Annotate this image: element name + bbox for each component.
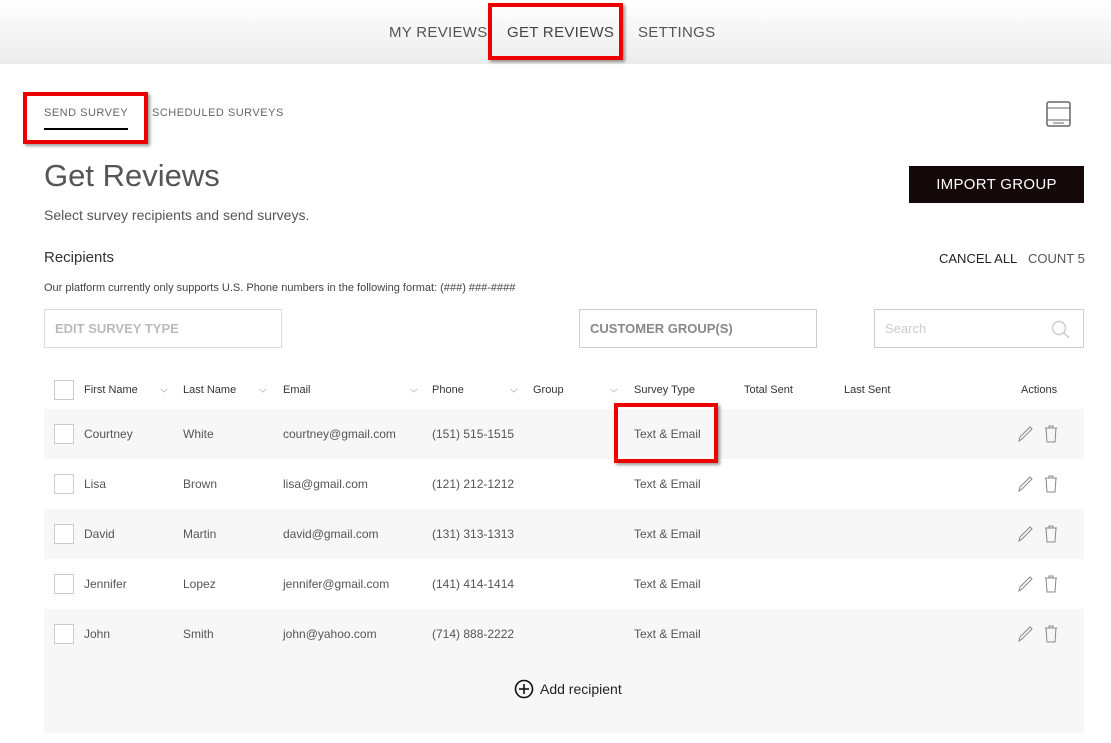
cell-last-name: Brown — [183, 477, 218, 491]
table-row: John Smith john@yahoo.com (714) 888-2222 Tex… — [44, 609, 1084, 659]
search-icon[interactable] — [1051, 320, 1071, 340]
edit-pencil-icon[interactable] — [1016, 474, 1034, 494]
cell-phone: (131) 313-1313 — [432, 527, 515, 541]
row-checkbox[interactable] — [54, 424, 74, 444]
cell-survey-type: Text & Email — [634, 627, 701, 641]
cell-last-name: Lopez — [183, 577, 216, 591]
cell-survey-type: Text & Email — [634, 577, 701, 591]
nav-my-reviews[interactable]: MY REVIEWS — [389, 24, 488, 41]
cell-email: john@yahoo.com — [283, 627, 377, 641]
recipient-count: COUNT 5 — [1028, 251, 1085, 266]
edit-pencil-icon[interactable] — [1016, 624, 1034, 644]
row-checkbox[interactable] — [54, 574, 74, 594]
add-recipient-button[interactable]: Add recipient — [514, 679, 622, 699]
cancel-all-button[interactable]: CANCEL ALL — [939, 251, 1017, 266]
header-first-name[interactable]: First Name — [84, 384, 138, 396]
row-checkbox[interactable] — [54, 624, 74, 644]
chevron-down-icon[interactable]: ⌵ — [610, 384, 618, 395]
row-checkbox[interactable] — [54, 524, 74, 544]
cell-first-name: John — [84, 627, 111, 641]
nav-settings[interactable]: SETTINGS — [638, 24, 715, 41]
cell-phone: (121) 212-1212 — [432, 477, 515, 491]
cell-survey-type: Text & Email — [634, 527, 701, 541]
cell-email: courtney@gmail.com — [283, 427, 396, 441]
header-group[interactable]: Group — [533, 384, 564, 396]
table-row: Jennifer Lopez jennifer@gmail.com (141) 414… — [44, 559, 1084, 609]
header-email[interactable]: Email — [283, 384, 311, 396]
cell-first-name: Lisa — [84, 477, 107, 491]
cell-email: jennifer@gmail.com — [283, 577, 390, 591]
table-row: David Martin david@gmail.com (131) 313-1313… — [44, 509, 1084, 559]
chevron-down-icon[interactable]: ⌵ — [510, 384, 518, 395]
search-placeholder: Search — [885, 321, 927, 336]
tab-send-survey[interactable]: SEND SURVEY — [44, 107, 128, 119]
cell-first-name: Courtney — [84, 427, 133, 441]
edit-pencil-icon[interactable] — [1016, 424, 1034, 444]
chevron-down-icon[interactable]: ⌵ — [160, 384, 168, 395]
print-icon[interactable] — [1046, 101, 1072, 128]
page-title: Get Reviews — [44, 158, 220, 193]
edit-pencil-icon[interactable] — [1016, 574, 1034, 594]
cell-email: lisa@gmail.com — [283, 477, 368, 491]
phone-format-note: Our platform currently only supports U.S… — [44, 282, 516, 294]
search-input[interactable]: Search — [874, 309, 1084, 348]
trash-icon[interactable] — [1042, 574, 1060, 594]
cell-phone: (151) 515-1515 — [432, 427, 515, 441]
cell-phone: (141) 414-1414 — [432, 577, 515, 591]
header-phone[interactable]: Phone — [432, 384, 464, 396]
cell-email: david@gmail.com — [283, 527, 379, 541]
edit-survey-type-select[interactable]: EDIT SURVEY TYPE — [44, 309, 282, 348]
cell-survey-type: Text & Email — [634, 427, 701, 441]
cell-last-name: Smith — [183, 627, 214, 641]
cell-last-name: Martin — [183, 527, 217, 541]
plus-circle-icon — [514, 679, 534, 699]
tab-scheduled-surveys[interactable]: SCHEDULED SURVEYS — [152, 107, 284, 119]
cell-phone: (714) 888-2222 — [432, 627, 515, 641]
chevron-down-icon[interactable]: ⌵ — [410, 384, 418, 395]
trash-icon[interactable] — [1042, 524, 1060, 544]
cell-first-name: Jennifer — [84, 577, 127, 591]
table-row: Lisa Brown lisa@gmail.com (121) 212-1212 Tex… — [44, 459, 1084, 509]
edit-pencil-icon[interactable] — [1016, 524, 1034, 544]
trash-icon[interactable] — [1042, 624, 1060, 644]
header-last-sent: Last Sent — [844, 383, 891, 396]
trash-icon[interactable] — [1042, 474, 1060, 494]
header-actions: Actions — [1021, 383, 1058, 396]
top-nav-bar: MY REVIEWS GET REVIEWS SETTINGS — [0, 0, 1111, 64]
cell-last-name: White — [183, 427, 214, 441]
chevron-down-icon[interactable]: ⌵ — [259, 384, 267, 395]
select-all-checkbox[interactable] — [54, 379, 74, 400]
import-group-button[interactable]: IMPORT GROUP — [909, 166, 1084, 203]
active-tab-underline — [44, 128, 128, 130]
header-survey-type: Survey Type — [634, 383, 695, 396]
row-checkbox[interactable] — [54, 474, 74, 494]
add-recipient-label: Add recipient — [540, 681, 622, 697]
trash-icon[interactable] — [1042, 424, 1060, 444]
customer-groups-select[interactable]: CUSTOMER GROUP(S) — [579, 309, 817, 348]
nav-get-reviews[interactable]: GET REVIEWS — [507, 24, 614, 41]
recipients-table: First Name ⌵ Last Name ⌵ Email ⌵ Phone ⌵ Gro… — [44, 370, 1084, 659]
cell-survey-type: Text & Email — [634, 477, 701, 491]
header-total-sent: Total Sent — [744, 383, 793, 396]
table-header: First Name ⌵ Last Name ⌵ Email ⌵ Phone ⌵ Gro… — [44, 370, 1084, 409]
cell-first-name: David — [84, 527, 115, 541]
header-last-name[interactable]: Last Name — [183, 384, 236, 396]
add-recipient-area: Add recipient — [44, 659, 1084, 733]
page-subtitle: Select survey recipients and send survey… — [44, 207, 310, 223]
recipients-heading: Recipients — [44, 249, 115, 266]
table-row: Courtney White courtney@gmail.com (151) 515… — [44, 409, 1084, 459]
